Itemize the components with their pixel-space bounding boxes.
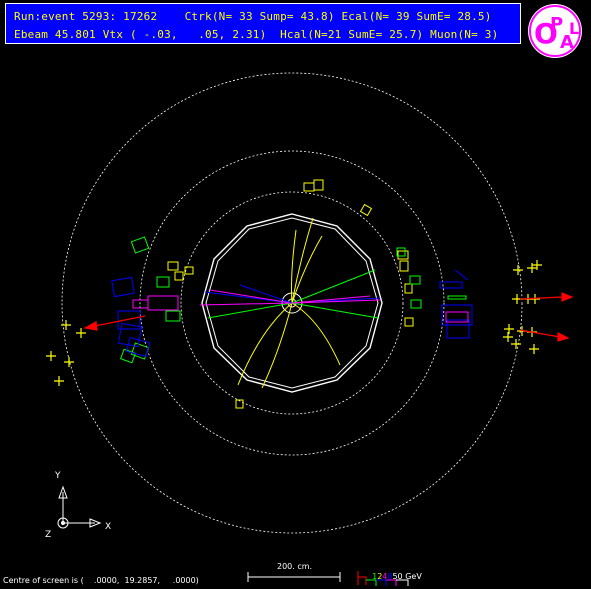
energy-value-50: 50 GeV (392, 572, 422, 581)
opal-logo: O P A L (528, 4, 582, 58)
event-summary-line-1: Run:event 5293: 17262 Ctrk(N= 33 Sump= 4… (14, 10, 492, 23)
scale-bar-label: 200. cm. (277, 562, 313, 571)
scale-bar (247, 572, 341, 582)
tracks (199, 217, 381, 389)
energy-legend-values: 124850 GeV (367, 563, 422, 581)
event-summary-line-2: Ebeam 45.801 Vtx ( -.03, .05, 2.31) Hcal… (14, 28, 499, 41)
axis-label-x: X (105, 522, 112, 532)
axes-indicator (57, 485, 102, 529)
svg-text:L: L (569, 19, 579, 38)
axis-label-z: Z (45, 530, 52, 540)
centre-of-screen-text: Centre of screen is ( .0000, 19.2857, .0… (3, 576, 199, 585)
axis-label-y: Y (55, 471, 61, 481)
event-info-panel: Run:event 5293: 17262 Ctrk(N= 33 Sump= 4… (5, 3, 521, 44)
event-display (46, 72, 574, 586)
